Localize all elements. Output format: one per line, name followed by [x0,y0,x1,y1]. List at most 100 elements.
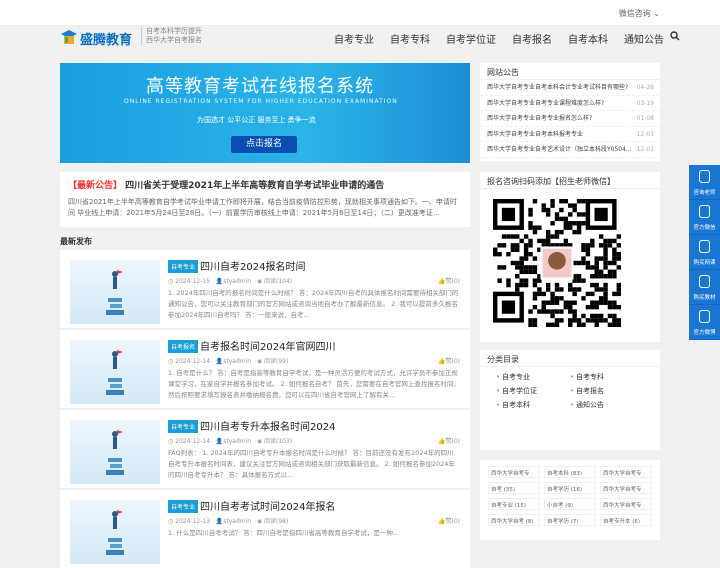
post-category-tag[interactable]: 自考专业 [168,420,199,433]
qr-module [612,247,617,252]
post-item[interactable]: 自考专业 四川自考2024报名时间 ◷ 2024-12-15 👤styadmin… [60,250,470,328]
qr-module [497,243,502,248]
post-thumbnail[interactable] [70,260,160,324]
post-likes[interactable]: 赞(0) [446,278,461,285]
nav-item-zikao-junior[interactable]: 自考专科 [390,31,430,46]
announcement-item[interactable]: 西华大学自考专业自考艺术设计（独立本科段Y0504... 12-01 [480,142,660,158]
tag-item[interactable]: 西华大学自考专 [600,466,652,478]
qr-module [585,291,591,297]
category-item[interactable]: 自考本科 [496,399,570,411]
announcement-text[interactable]: 西华大学自考专业自考专业报名怎么样? [487,115,592,122]
announcement-item[interactable]: 西华大学自考专业自考本科会计专业考试科目有哪些? 04-26 [480,80,660,96]
float-item[interactable]: 购买网课 [689,235,720,270]
nav-item-registration[interactable]: 自考报名 [512,31,552,46]
qr-module [532,282,538,288]
post-likes[interactable]: 赞(0) [446,358,461,365]
qr-module [568,322,573,327]
qr-module [532,278,538,283]
post-author[interactable]: styadmin [223,278,251,285]
nav-item-zikao-major[interactable]: 自考专业 [334,31,374,46]
post-date: 2024-12-15 [175,278,211,285]
site-logo[interactable]: 盛腾教育 [60,26,134,48]
banner-slogan: 为国选才 公平公正 服务至上 勇争一流 [197,116,316,124]
latest-notice[interactable]: 【最新公告】 四川省关于受理2021年上半年高等教育自学考试毕业申请的通告 四川… [60,172,470,227]
qr-module [603,260,608,266]
qr-module [559,216,564,222]
post-author[interactable]: styadmin [223,438,251,445]
category-item[interactable]: 自考专业 [496,371,570,383]
post-category-tag[interactable]: 自考专业 [168,260,199,273]
thumbs-up-icon[interactable]: 👍 [438,438,445,445]
announcement-item[interactable]: 西华大学自考专业自考本科报考专业 12-03 [480,127,660,142]
qr-module [554,322,560,327]
contact-icon [699,275,710,288]
tag-item[interactable]: 西华大学自考专 [600,498,652,510]
tag-item[interactable]: 小自考 (9) [544,498,596,510]
qr-module [545,238,551,244]
post-thumbnail[interactable] [70,340,160,404]
tag-item[interactable]: 西华大学自考 (8) [488,514,540,526]
category-item[interactable]: 自考专科 [570,371,644,383]
post-title[interactable]: 四川自考考试时间2024年报名 [200,498,335,513]
category-item[interactable]: 自考学位证 [496,385,570,397]
tag-item[interactable]: 自考 (35) [488,482,540,494]
post-title[interactable]: 四川自考专升本报名时间2024 [200,418,335,433]
category-item[interactable]: 通知公告 [570,399,644,411]
announcement-text[interactable]: 西华大学自考专业自考专业课程难度怎么样? [487,100,604,107]
tag-item[interactable]: 自考学历 (7) [544,514,596,526]
post-thumbnail[interactable] [70,500,160,564]
post-item[interactable]: 自考报名 自考报名时间2024年官网四川 ◷ 2024-12-14 👤styad… [60,330,470,408]
nav-item-notices[interactable]: 通知公告 [624,31,664,46]
announcement-text[interactable]: 西华大学自考专业自考本科报考专业 [487,131,583,138]
tag-item[interactable]: 自考本科 (83) [544,466,596,478]
qr-module [568,300,573,305]
post-title[interactable]: 四川自考2024报名时间 [200,258,305,273]
tag-item[interactable]: 自考学历 (16) [544,482,596,494]
register-button[interactable]: 点击报名 [231,136,297,153]
post-category-tag[interactable]: 自考报名 [168,340,199,353]
thumbs-up-icon[interactable]: 👍 [438,358,445,365]
thumbs-up-icon[interactable]: 👍 [438,518,445,525]
notice-title[interactable]: 四川省关于受理2021年上半年高等教育自学考试毕业申请的通告 [125,181,384,191]
category-item[interactable]: 自考报名 [570,385,644,397]
post-category-tag[interactable]: 自考专业 [168,500,199,513]
thumbs-up-icon[interactable]: 👍 [438,278,445,285]
qr-module [585,265,591,270]
notice-heading: 【最新公告】 四川省关于受理2021年上半年高等教育自学考试毕业申请的通告 [68,178,462,191]
qr-module [545,229,551,235]
post-likes[interactable]: 赞(0) [446,518,461,525]
float-item[interactable]: 官方微博 [689,305,720,340]
qr-module [594,287,599,292]
tag-item[interactable]: 自考专业 (15) [488,498,540,510]
wechat-consult-link[interactable]: 微信咨询 ⌄ [619,8,660,19]
announcement-item[interactable]: 西华大学自考专业自考专业报名怎么样? 01-08 [480,111,660,127]
post-thumbnail[interactable] [70,420,160,484]
tag-item[interactable]: 西华大学自考专 [600,482,652,494]
qr-module [607,304,613,310]
tag-item[interactable]: 西华大学自考专 [488,466,540,478]
notice-tag: 【最新公告】 [68,181,123,191]
post-item[interactable]: 自考专业 四川自考专升本报名时间2024 ◷ 2024-12-14 👤styad… [60,410,470,488]
float-item[interactable]: 咨询老师 [689,165,720,200]
qr-module [497,251,502,257]
tag-item[interactable]: 自考专升本 (6) [600,514,652,526]
qr-module [568,212,573,217]
qr-module [545,234,551,239]
float-item[interactable]: 购买教材 [689,270,720,305]
nav-item-bachelor[interactable]: 自考本科 [568,31,608,46]
post-author[interactable]: styadmin [223,358,251,365]
post-item[interactable]: 自考专业 四川自考考试时间2024年报名 ◷ 2024-12-13 👤styad… [60,490,470,568]
post-author[interactable]: styadmin [223,518,251,525]
qr-module [616,304,621,310]
post-likes[interactable]: 赞(0) [446,438,461,445]
category-list: 自考专业自考专科自考学位证自考报名自考本科通知公告 [480,367,660,415]
announcement-text[interactable]: 西华大学自考专业自考艺术设计（独立本科段Y0504... [487,146,632,153]
search-icon[interactable] [670,31,680,41]
registration-banner[interactable]: 高等教育考试在线报名系统 ONLINE REGISTRATION SYSTEM … [60,63,470,163]
announcement-item[interactable]: 西华大学自考专业自考专业课程难度怎么样? 03-19 [480,96,660,111]
post-meta: ◷ 2024-12-15 👤styadmin ◉ 阅读(104) 👍赞(0) [168,276,460,285]
post-title[interactable]: 自考报名时间2024年官网四川 [200,338,335,353]
float-item[interactable]: 官方微信 [689,200,720,235]
announcement-text[interactable]: 西华大学自考专业自考本科会计专业考试科目有哪些? [487,84,628,91]
nav-item-degree[interactable]: 自考学位证 [446,31,496,46]
